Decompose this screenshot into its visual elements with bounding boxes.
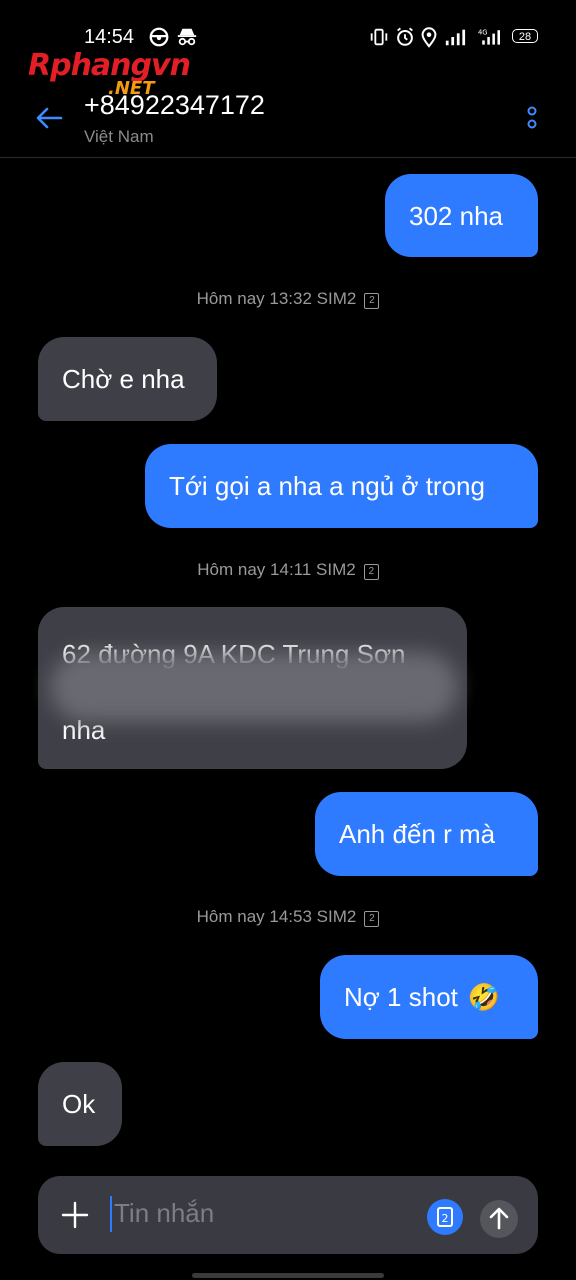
location-icon [421,27,437,48]
rofl-emoji-icon: 🤣 [467,982,501,1012]
sim-2-icon: 2 [364,911,380,927]
message-text: 302 nha [409,200,503,231]
message-outgoing[interactable]: Tới gọi a nha a ngủ ở trong [145,444,538,528]
message-text: Nợ 1 shot [344,982,458,1012]
sim-2-icon: 2 [364,293,380,309]
contact-phone-number: +84922347172 [84,90,265,120]
plus-icon[interactable] [60,1200,90,1230]
message-input[interactable]: Tin nhắn [114,1198,214,1229]
alarm-icon [397,27,413,46]
message-timestamp: Hôm nay 14:11 SIM2 2 [0,560,576,580]
back-arrow-icon[interactable] [34,103,64,133]
incognito-icon [177,28,197,46]
sim-2-icon: 2 [363,564,379,580]
message-incoming[interactable]: Chờ e nha [38,337,217,421]
steering-wheel-icon [149,27,169,47]
message-text: Tới gọi a nha a ngủ ở trong [169,471,485,501]
timestamp-text: Hôm nay 14:11 SIM2 [197,560,356,579]
message-text: Chờ e nha [62,364,185,394]
sim-select-button[interactable]: 2 [427,1199,463,1235]
sim-2-icon: 2 [437,1207,453,1227]
signal-4g-icon: 4G [478,28,500,45]
message-outgoing[interactable]: 302 nha [385,174,538,257]
svg-text:4G: 4G [478,28,488,36]
header-divider [0,157,576,158]
timestamp-text: Hôm nay 14:53 SIM2 [196,907,357,926]
status-time: 14:54 [84,26,135,48]
message-timestamp: Hôm nay 14:53 SIM2 2 [0,907,576,927]
message-text: Ok [62,1089,96,1119]
send-arrow-up-icon [489,1207,509,1230]
message-timestamp: Hôm nay 13:32 SIM2 2 [0,289,576,309]
text-cursor [110,1196,112,1232]
battery-icon: 28 [512,29,538,43]
message-outgoing[interactable]: Nợ 1 shot 🤣 [320,955,538,1039]
message-incoming[interactable]: Ok [38,1062,122,1146]
home-indicator[interactable] [192,1273,384,1278]
send-button[interactable] [480,1200,518,1238]
svg-text:2: 2 [442,1212,449,1225]
signal-icon [445,29,466,46]
message-composer[interactable]: Tin nhắn 2 [38,1176,538,1254]
timestamp-text: Hôm nay 13:32 SIM2 [196,289,357,308]
vibrate-icon [370,28,388,46]
blurred-redaction [50,652,458,722]
more-options-icon[interactable] [522,104,542,132]
contact-country: Việt Nam [84,127,154,146]
message-outgoing[interactable]: Anh đến r mà [315,792,538,876]
message-text: Anh đến r mà [339,819,496,849]
